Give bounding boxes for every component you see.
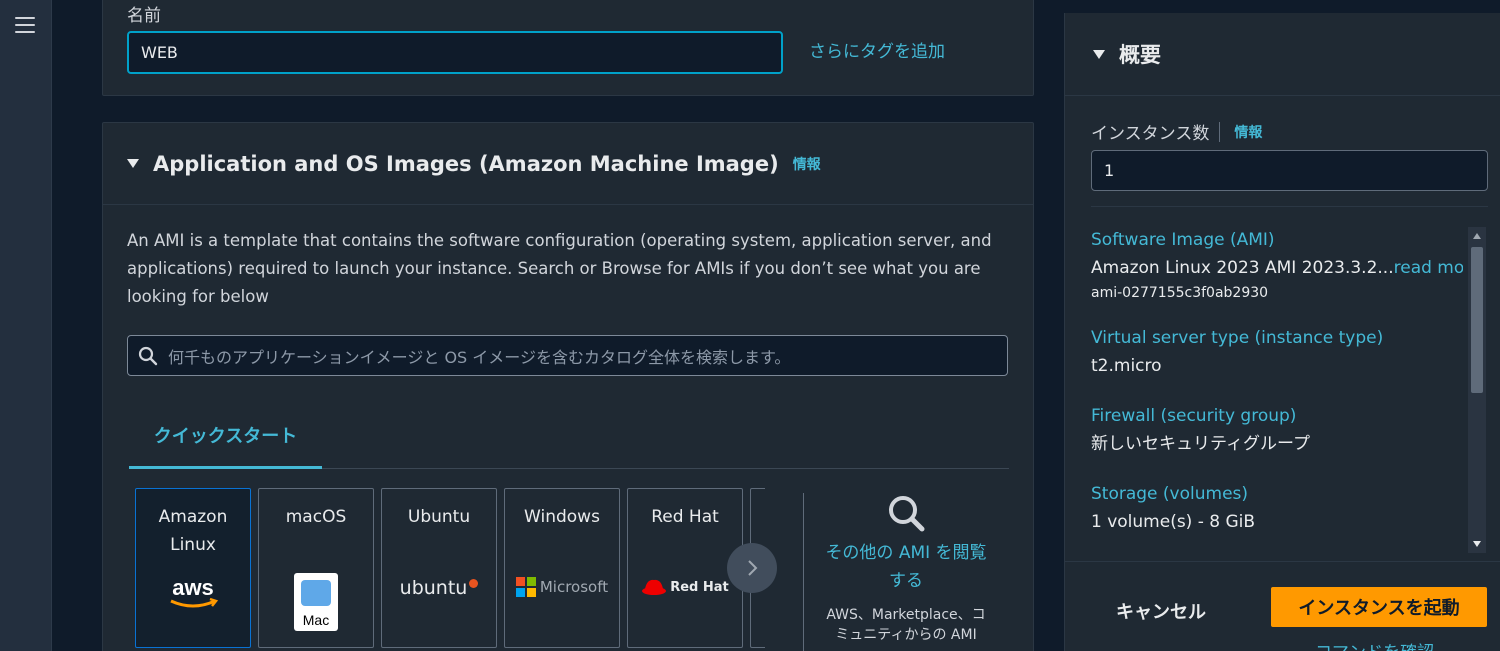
summary-header[interactable]: 概要 <box>1065 13 1500 96</box>
search-icon <box>138 346 158 365</box>
tile-macos[interactable]: macOS Mac <box>258 488 374 648</box>
summary-ami-value: Amazon Linux 2023 AMI 2023.3.2...read mo… <box>1091 253 1463 283</box>
summary-ami-name: Amazon Linux 2023 AMI 2023.3.2... <box>1091 258 1394 278</box>
aws-logo-icon: aws <box>136 577 250 611</box>
summary-item-instance-type: Virtual server type (instance type) t2.m… <box>1091 325 1463 381</box>
name-label: 名前 <box>127 6 161 26</box>
instance-count-label: インスタンス数 <box>1091 124 1210 144</box>
ubuntu-logo-text: ubuntu <box>399 577 468 599</box>
tile-label: Windows <box>524 507 600 527</box>
read-more-link[interactable]: read more <box>1394 258 1463 278</box>
review-commands-link[interactable]: コマンドを確認 <box>1315 638 1434 651</box>
main-content: 名前 WEB さらにタグを追加 Application and OS Image… <box>52 0 1064 651</box>
tile-label: Red Hat <box>651 507 719 527</box>
ami-tiles: Amazon Linux aws macOS Mac Ubuntu ubuntu… <box>135 488 765 648</box>
left-nav-rail <box>0 0 52 651</box>
summary-list: Software Image (AMI) Amazon Linux 2023 A… <box>1091 227 1463 557</box>
instance-count-input[interactable]: 1 <box>1091 150 1488 191</box>
tile-amazon-linux[interactable]: Amazon Linux aws <box>135 488 251 648</box>
tile-red-hat[interactable]: Red Hat Red Hat <box>627 488 743 648</box>
summary-item-firewall: Firewall (security group) 新しいセキュリティグループ <box>1091 403 1463 459</box>
summary-storage-link[interactable]: Storage (volumes) <box>1091 481 1463 507</box>
label-separator <box>1219 121 1221 142</box>
summary-item-ami: Software Image (AMI) Amazon Linux 2023 A… <box>1091 227 1463 303</box>
instance-count-label-row: インスタンス数 情報 <box>1091 119 1262 144</box>
ami-section-title: Application and OS Images (Amazon Machin… <box>153 151 779 176</box>
summary-firewall-value: 新しいセキュリティグループ <box>1091 434 1310 454</box>
hamburger-icon[interactable] <box>15 17 35 33</box>
summary-instance-type-value: t2.micro <box>1091 356 1162 376</box>
collapse-triangle-icon[interactable] <box>127 159 139 168</box>
ami-info-link[interactable]: 情報 <box>793 154 821 174</box>
summary-footer: キャンセル インスタンスを起動 コマンドを確認 <box>1065 561 1500 651</box>
scrollbar-thumb[interactable] <box>1471 247 1483 393</box>
ami-tabs: クイックスタート <box>129 403 1009 469</box>
summary-panel: 概要 インスタンス数 情報 1 Software Image (AMI) Ama… <box>1064 13 1500 651</box>
browse-more-amis: その他の AMI を閲覧する AWS、Marketplace、コミュニティからの… <box>821 493 991 645</box>
instance-count-info-link[interactable]: 情報 <box>1234 122 1262 142</box>
tile-label: Ubuntu <box>407 507 471 527</box>
ami-section-header[interactable]: Application and OS Images (Amazon Machin… <box>103 123 1033 205</box>
name-input[interactable]: WEB <box>127 31 783 74</box>
collapse-triangle-icon[interactable] <box>1093 49 1105 59</box>
launch-instance-button[interactable]: インスタンスを起動 <box>1271 587 1487 627</box>
tab-quick-start[interactable]: クイックスタート <box>129 403 322 469</box>
ami-search-placeholder: 何千ものアプリケーションイメージと OS イメージを含むカタログ全体を検索します… <box>168 347 791 367</box>
browse-more-amis-link[interactable]: その他の AMI を閲覧する <box>821 539 991 595</box>
aws-logo-text: aws <box>172 577 214 600</box>
browse-more-amis-subtext: AWS、Marketplace、コミュニティからの AMI <box>826 607 986 643</box>
name-panel: 名前 WEB さらにタグを追加 <box>102 0 1034 96</box>
tile-windows[interactable]: Windows Microsoft <box>504 488 620 648</box>
tile-label: Amazon <box>158 507 228 527</box>
summary-storage-value: 1 volume(s) - 8 GiB <box>1091 512 1256 532</box>
red-hat-logo-text: Red Hat <box>670 579 729 595</box>
summary-scrollbar[interactable] <box>1468 227 1486 553</box>
summary-firewall-link[interactable]: Firewall (security group) <box>1091 403 1463 429</box>
divider <box>1091 206 1488 207</box>
scroll-down-icon[interactable] <box>1468 535 1486 553</box>
tile-ubuntu[interactable]: Ubuntu ubuntu <box>381 488 497 648</box>
search-icon <box>889 496 925 532</box>
summary-ami-link[interactable]: Software Image (AMI) <box>1091 227 1463 253</box>
cancel-button[interactable]: キャンセル <box>1105 592 1217 630</box>
microsoft-logo-text: Microsoft <box>539 578 609 596</box>
summary-item-storage: Storage (volumes) 1 volume(s) - 8 GiB <box>1091 481 1463 537</box>
tile-label-line2: Linux <box>170 535 216 555</box>
tile-label: S <box>751 503 765 531</box>
add-tags-link[interactable]: さらにタグを追加 <box>809 37 945 62</box>
mac-logo-icon: Mac <box>259 573 373 631</box>
summary-instance-type-link[interactable]: Virtual server type (instance type) <box>1091 325 1463 351</box>
ubuntu-logo-icon: ubuntu <box>382 577 496 599</box>
tile-label: macOS <box>285 507 347 527</box>
mac-logo-text: Mac <box>302 612 330 628</box>
ami-panel: Application and OS Images (Amazon Machin… <box>102 122 1034 651</box>
summary-ami-id: ami-0277155c3f0ab2930 <box>1091 285 1269 301</box>
ami-search-input[interactable]: 何千ものアプリケーションイメージと OS イメージを含むカタログ全体を検索します… <box>127 335 1008 376</box>
summary-title: 概要 <box>1119 43 1161 67</box>
chevron-right-icon <box>748 560 758 576</box>
microsoft-logo-icon: Microsoft <box>505 577 619 597</box>
tiles-divider <box>803 493 804 651</box>
ami-description: An AMI is a template that contains the s… <box>127 231 992 306</box>
scroll-up-icon[interactable] <box>1468 227 1486 245</box>
red-hat-logo-icon: Red Hat <box>628 577 742 597</box>
tiles-next-button[interactable] <box>727 543 777 593</box>
